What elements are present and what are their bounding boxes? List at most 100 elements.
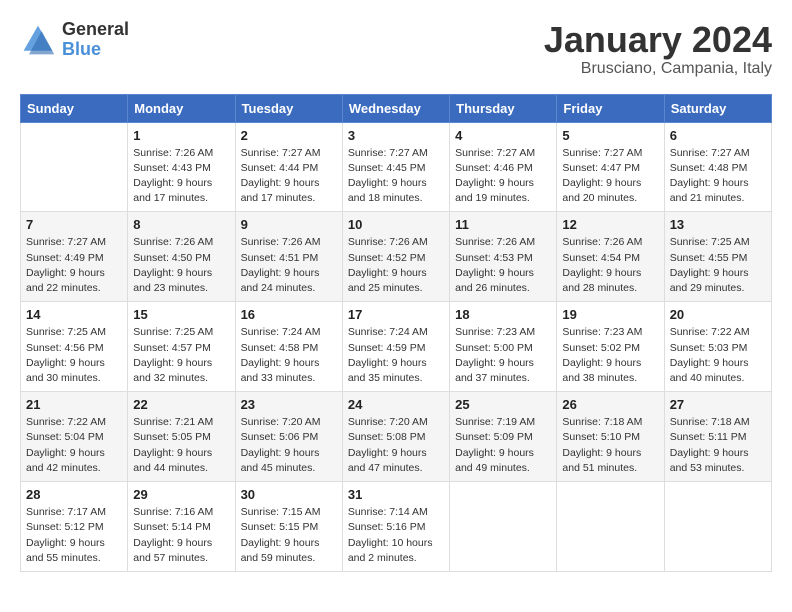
logo-blue-text: Blue <box>62 40 129 60</box>
day-info: Sunrise: 7:18 AMSunset: 5:11 PMDaylight:… <box>670 415 766 476</box>
day-number: 1 <box>133 128 229 143</box>
location-title: Brusciano, Campania, Italy <box>544 60 772 78</box>
day-info: Sunrise: 7:19 AMSunset: 5:09 PMDaylight:… <box>455 415 551 476</box>
day-number: 27 <box>670 397 766 412</box>
calendar-week-row: 14 Sunrise: 7:25 AMSunset: 4:56 PMDayligh… <box>21 302 772 392</box>
calendar-cell: 7 Sunrise: 7:27 AMSunset: 4:49 PMDaylight… <box>21 212 128 302</box>
day-number: 6 <box>670 128 766 143</box>
day-info: Sunrise: 7:25 AMSunset: 4:56 PMDaylight:… <box>26 325 122 386</box>
calendar-week-row: 28 Sunrise: 7:17 AMSunset: 5:12 PMDayligh… <box>21 482 772 572</box>
calendar-cell: 20Sunrise: 7:22 AMSunset: 5:03 PMDayligh… <box>664 302 771 392</box>
calendar-week-row: 7 Sunrise: 7:27 AMSunset: 4:49 PMDaylight… <box>21 212 772 302</box>
calendar-cell <box>21 122 128 212</box>
calendar-cell: 25 Sunrise: 7:19 AMSunset: 5:09 PMDayligh… <box>450 392 557 482</box>
day-number: 29 <box>133 487 229 502</box>
calendar-table: Sunday Monday Tuesday Wednesday Thursday… <box>20 94 772 572</box>
day-info: Sunrise: 7:26 AMSunset: 4:54 PMDaylight:… <box>562 235 658 296</box>
calendar-cell: 17 Sunrise: 7:24 AMSunset: 4:59 PMDayligh… <box>342 302 449 392</box>
day-info: Sunrise: 7:25 AMSunset: 4:57 PMDaylight:… <box>133 325 229 386</box>
header-row: Sunday Monday Tuesday Wednesday Thursday… <box>21 94 772 122</box>
day-info: Sunrise: 7:15 AMSunset: 5:15 PMDaylight:… <box>241 505 337 566</box>
calendar-cell: 27 Sunrise: 7:18 AMSunset: 5:11 PMDayligh… <box>664 392 771 482</box>
calendar-cell: 24 Sunrise: 7:20 AMSunset: 5:08 PMDayligh… <box>342 392 449 482</box>
day-number: 9 <box>241 217 337 232</box>
day-number: 25 <box>455 397 551 412</box>
col-saturday: Saturday <box>664 94 771 122</box>
day-number: 12 <box>562 217 658 232</box>
calendar-cell: 22 Sunrise: 7:21 AMSunset: 5:05 PMDayligh… <box>128 392 235 482</box>
day-info: Sunrise: 7:24 AMSunset: 4:58 PMDaylight:… <box>241 325 337 386</box>
day-number: 16 <box>241 307 337 322</box>
month-title: January 2024 <box>544 20 772 60</box>
calendar-cell <box>450 482 557 572</box>
day-info: Sunrise: 7:27 AMSunset: 4:47 PMDaylight:… <box>562 146 658 207</box>
day-info: Sunrise: 7:26 AMSunset: 4:53 PMDaylight:… <box>455 235 551 296</box>
calendar-cell: 21Sunrise: 7:22 AMSunset: 5:04 PMDayligh… <box>21 392 128 482</box>
col-monday: Monday <box>128 94 235 122</box>
day-info: Sunrise: 7:16 AMSunset: 5:14 PMDaylight:… <box>133 505 229 566</box>
day-info: Sunrise: 7:21 AMSunset: 5:05 PMDaylight:… <box>133 415 229 476</box>
col-tuesday: Tuesday <box>235 94 342 122</box>
day-info: Sunrise: 7:22 AMSunset: 5:03 PMDaylight:… <box>670 325 766 386</box>
col-sunday: Sunday <box>21 94 128 122</box>
day-number: 22 <box>133 397 229 412</box>
day-number: 30 <box>241 487 337 502</box>
day-number: 18 <box>455 307 551 322</box>
calendar-cell <box>664 482 771 572</box>
day-number: 28 <box>26 487 122 502</box>
calendar-cell: 14 Sunrise: 7:25 AMSunset: 4:56 PMDayligh… <box>21 302 128 392</box>
day-info: Sunrise: 7:23 AMSunset: 5:02 PMDaylight:… <box>562 325 658 386</box>
day-number: 17 <box>348 307 444 322</box>
calendar-cell: 6 Sunrise: 7:27 AMSunset: 4:48 PMDaylight… <box>664 122 771 212</box>
day-info: Sunrise: 7:27 AMSunset: 4:45 PMDaylight:… <box>348 146 444 207</box>
calendar-week-row: 1 Sunrise: 7:26 AMSunset: 4:43 PMDaylight… <box>21 122 772 212</box>
col-wednesday: Wednesday <box>342 94 449 122</box>
day-info: Sunrise: 7:24 AMSunset: 4:59 PMDaylight:… <box>348 325 444 386</box>
day-info: Sunrise: 7:23 AMSunset: 5:00 PMDaylight:… <box>455 325 551 386</box>
calendar-cell: 3 Sunrise: 7:27 AMSunset: 4:45 PMDaylight… <box>342 122 449 212</box>
day-info: Sunrise: 7:26 AMSunset: 4:52 PMDaylight:… <box>348 235 444 296</box>
calendar-cell: 23 Sunrise: 7:20 AMSunset: 5:06 PMDayligh… <box>235 392 342 482</box>
day-number: 2 <box>241 128 337 143</box>
calendar-cell: 11 Sunrise: 7:26 AMSunset: 4:53 PMDayligh… <box>450 212 557 302</box>
day-info: Sunrise: 7:27 AMSunset: 4:48 PMDaylight:… <box>670 146 766 207</box>
calendar-cell: 18 Sunrise: 7:23 AMSunset: 5:00 PMDayligh… <box>450 302 557 392</box>
day-number: 31 <box>348 487 444 502</box>
day-number: 14 <box>26 307 122 322</box>
day-info: Sunrise: 7:26 AMSunset: 4:50 PMDaylight:… <box>133 235 229 296</box>
calendar-cell: 13 Sunrise: 7:25 AMSunset: 4:55 PMDayligh… <box>664 212 771 302</box>
calendar-cell: 19Sunrise: 7:23 AMSunset: 5:02 PMDayligh… <box>557 302 664 392</box>
day-number: 8 <box>133 217 229 232</box>
calendar-cell: 4Sunrise: 7:27 AMSunset: 4:46 PMDaylight… <box>450 122 557 212</box>
logo-icon <box>20 22 56 58</box>
day-info: Sunrise: 7:27 AMSunset: 4:46 PMDaylight:… <box>455 146 551 207</box>
logo: General Blue <box>20 20 129 60</box>
day-number: 11 <box>455 217 551 232</box>
calendar-cell: 30 Sunrise: 7:15 AMSunset: 5:15 PMDayligh… <box>235 482 342 572</box>
day-number: 13 <box>670 217 766 232</box>
calendar-cell: 26Sunrise: 7:18 AMSunset: 5:10 PMDayligh… <box>557 392 664 482</box>
day-info: Sunrise: 7:22 AMSunset: 5:04 PMDaylight:… <box>26 415 122 476</box>
day-info: Sunrise: 7:20 AMSunset: 5:06 PMDaylight:… <box>241 415 337 476</box>
day-info: Sunrise: 7:27 AMSunset: 4:49 PMDaylight:… <box>26 235 122 296</box>
day-number: 3 <box>348 128 444 143</box>
day-number: 10 <box>348 217 444 232</box>
calendar-header: Sunday Monday Tuesday Wednesday Thursday… <box>21 94 772 122</box>
calendar-cell: 12 Sunrise: 7:26 AMSunset: 4:54 PMDayligh… <box>557 212 664 302</box>
logo-general-text: General <box>62 20 129 40</box>
calendar-cell: 29 Sunrise: 7:16 AMSunset: 5:14 PMDayligh… <box>128 482 235 572</box>
day-info: Sunrise: 7:14 AMSunset: 5:16 PMDaylight:… <box>348 505 444 566</box>
day-number: 24 <box>348 397 444 412</box>
day-info: Sunrise: 7:17 AMSunset: 5:12 PMDaylight:… <box>26 505 122 566</box>
calendar-cell: 28 Sunrise: 7:17 AMSunset: 5:12 PMDayligh… <box>21 482 128 572</box>
day-number: 23 <box>241 397 337 412</box>
day-info: Sunrise: 7:26 AMSunset: 4:43 PMDaylight:… <box>133 146 229 207</box>
calendar-cell: 9Sunrise: 7:26 AMSunset: 4:51 PMDaylight… <box>235 212 342 302</box>
day-info: Sunrise: 7:25 AMSunset: 4:55 PMDaylight:… <box>670 235 766 296</box>
day-number: 7 <box>26 217 122 232</box>
calendar-cell: 1 Sunrise: 7:26 AMSunset: 4:43 PMDaylight… <box>128 122 235 212</box>
calendar-cell: 8 Sunrise: 7:26 AMSunset: 4:50 PMDaylight… <box>128 212 235 302</box>
day-info: Sunrise: 7:20 AMSunset: 5:08 PMDaylight:… <box>348 415 444 476</box>
calendar-cell: 31 Sunrise: 7:14 AMSunset: 5:16 PMDayligh… <box>342 482 449 572</box>
calendar-cell: 5Sunrise: 7:27 AMSunset: 4:47 PMDaylight… <box>557 122 664 212</box>
